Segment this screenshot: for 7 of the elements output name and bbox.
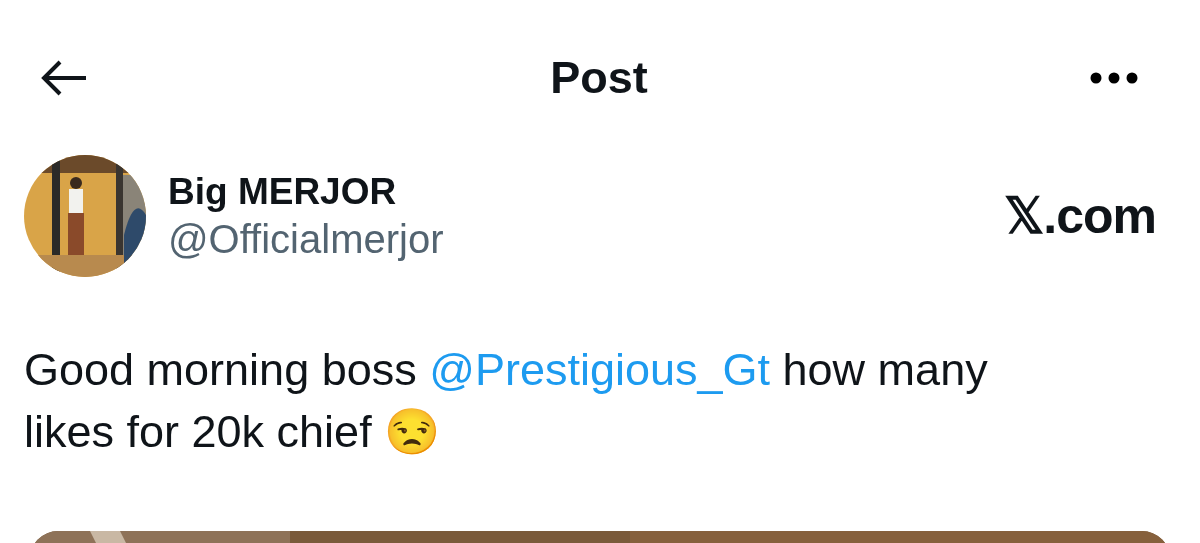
page-title: Post [550,51,648,104]
post-text: Good morning boss @Prestigious_Gt how many likes for 20k chief 😒 [24,343,989,459]
site-mark: 𝕏.com [1004,187,1156,245]
back-icon[interactable] [40,59,88,96]
author-handle[interactable]: @Officialmerjor [168,216,1005,262]
author-name[interactable]: Big MERJOR [168,170,1005,213]
more-icon[interactable] [1090,71,1138,84]
